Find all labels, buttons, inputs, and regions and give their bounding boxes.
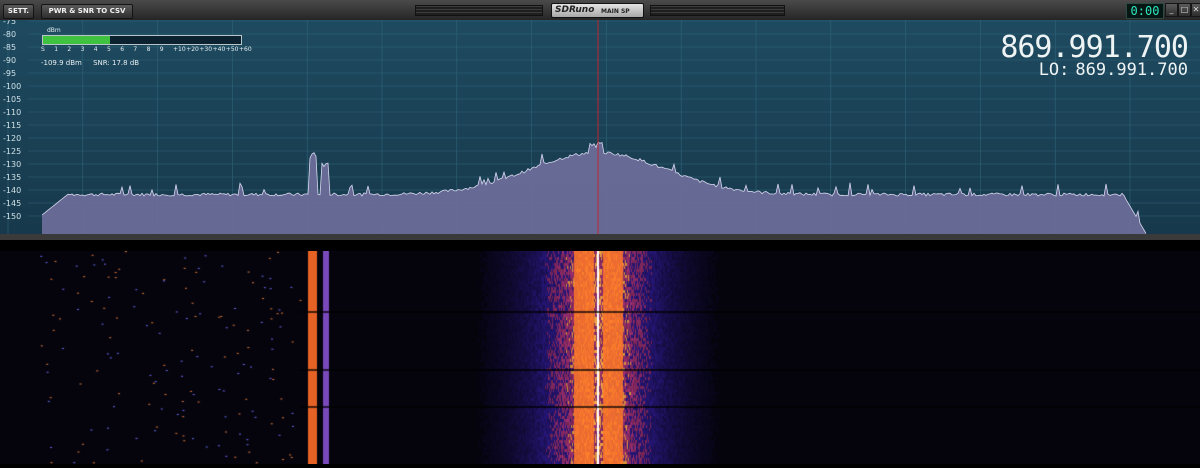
y-tick-label: -105 — [3, 95, 21, 104]
title-bar: SETT. PWR & SNR TO CSV SDRuno MAIN SP 0:… — [0, 0, 1200, 21]
x-tick-label: 871000 — [742, 239, 773, 240]
y-tick-label: -135 — [3, 173, 21, 182]
export-pwr-snr-csv-button[interactable]: PWR & SNR TO CSV — [41, 4, 133, 19]
y-tick-label: -125 — [3, 147, 21, 156]
waterfall-canvas — [0, 251, 1200, 464]
x-tick-label: 869000 — [443, 239, 474, 240]
x-tick-label: 873000 — [1041, 239, 1072, 240]
lo-frequency-value: 869.991.700 — [1075, 60, 1188, 80]
app-brand-name: SDRuno — [555, 5, 595, 15]
drag-handle-right[interactable] — [650, 5, 785, 16]
x-tick-label: 000 — [0, 239, 15, 240]
y-tick-label: -80 — [3, 30, 16, 39]
s-meter-scale-label: +10 — [173, 46, 186, 53]
s-meter-scale-label: 9 — [159, 46, 164, 53]
y-tick-label: -90 — [3, 56, 16, 65]
s-meter-scale-label: +30 — [199, 46, 213, 53]
s-meter-unit: dBm — [47, 27, 61, 34]
s-meter: dBm S 1 2 3 4 5 6 7 8 9 +10 +20 +30 +40 +50 +60 -109.9 … — [38, 27, 258, 73]
maximize-button[interactable]: □ — [1178, 3, 1191, 17]
x-tick-label: 867500 — [218, 239, 249, 240]
y-tick-label: -145 — [3, 199, 21, 208]
s-meter-fill — [43, 36, 111, 44]
minimize-button[interactable]: _ — [1165, 3, 1178, 17]
clock-display: 0:00 — [1126, 3, 1164, 19]
x-tick-label: 868500 — [368, 239, 399, 240]
lo-frequency-display[interactable]: LO: 869.991.700 — [1039, 60, 1188, 80]
x-tick-label: 872000 — [892, 239, 923, 240]
s-meter-scale-label: +20 — [186, 46, 199, 53]
panel-name: MAIN SP — [601, 8, 630, 15]
x-tick-label: 867000 — [144, 239, 175, 240]
x-tick-label: 870000 — [592, 239, 623, 240]
x-tick-label: 866500 — [69, 239, 100, 240]
s-meter-scale-label: 3 — [80, 46, 85, 53]
x-tick-label: 870500 — [667, 239, 698, 240]
s-meter-bar — [42, 35, 242, 45]
y-tick-label: -120 — [3, 134, 21, 143]
y-tick-label: -115 — [3, 121, 21, 130]
s-meter-scale-label: 4 — [93, 46, 98, 53]
y-tick-label: -130 — [3, 160, 21, 169]
s-meter-scale-label: +50 — [225, 46, 239, 53]
s-meter-scale-label: +40 — [212, 46, 226, 53]
y-tick-label: -95 — [3, 69, 16, 78]
x-tick-label: 872500 — [966, 239, 997, 240]
s-meter-scale-label: S — [41, 46, 45, 53]
s-meter-scale-label: 8 — [146, 46, 151, 53]
s-meter-scale-label: 6 — [120, 46, 125, 53]
s-meter-scale-label: 7 — [133, 46, 138, 53]
x-tick-label: 871500 — [817, 239, 848, 240]
y-tick-label: -140 — [3, 186, 21, 195]
settings-button[interactable]: SETT. — [3, 4, 34, 19]
x-tick-label: 873500 — [1116, 239, 1147, 240]
s-meter-readout: -109.9 dBm SNR: 17.8 dB — [41, 59, 148, 67]
lo-label: LO: — [1038, 60, 1070, 80]
s-meter-scale-label: +60 — [239, 46, 252, 53]
waterfall-display[interactable] — [0, 251, 1200, 464]
y-tick-label: -75 — [3, 20, 16, 26]
s-meter-scale-label: 2 — [67, 46, 72, 53]
y-tick-label: -150 — [3, 212, 21, 221]
app-brand-badge: SDRuno MAIN SP — [551, 3, 644, 18]
x-tick-label: 868000 — [293, 239, 324, 240]
close-button[interactable]: ✕ — [1191, 3, 1200, 17]
drag-handle-left[interactable] — [415, 5, 543, 16]
x-tick-label: 869500 — [518, 239, 549, 240]
y-tick-label: -110 — [3, 108, 21, 117]
s-meter-scale-label: 5 — [107, 46, 111, 53]
snr-readout: SNR: 17.8 dB — [93, 59, 140, 67]
power-readout: -109.9 dBm — [41, 59, 82, 67]
y-tick-label: -100 — [3, 82, 21, 91]
y-tick-label: -85 — [3, 43, 16, 52]
s-meter-scale-label: 1 — [54, 46, 59, 53]
